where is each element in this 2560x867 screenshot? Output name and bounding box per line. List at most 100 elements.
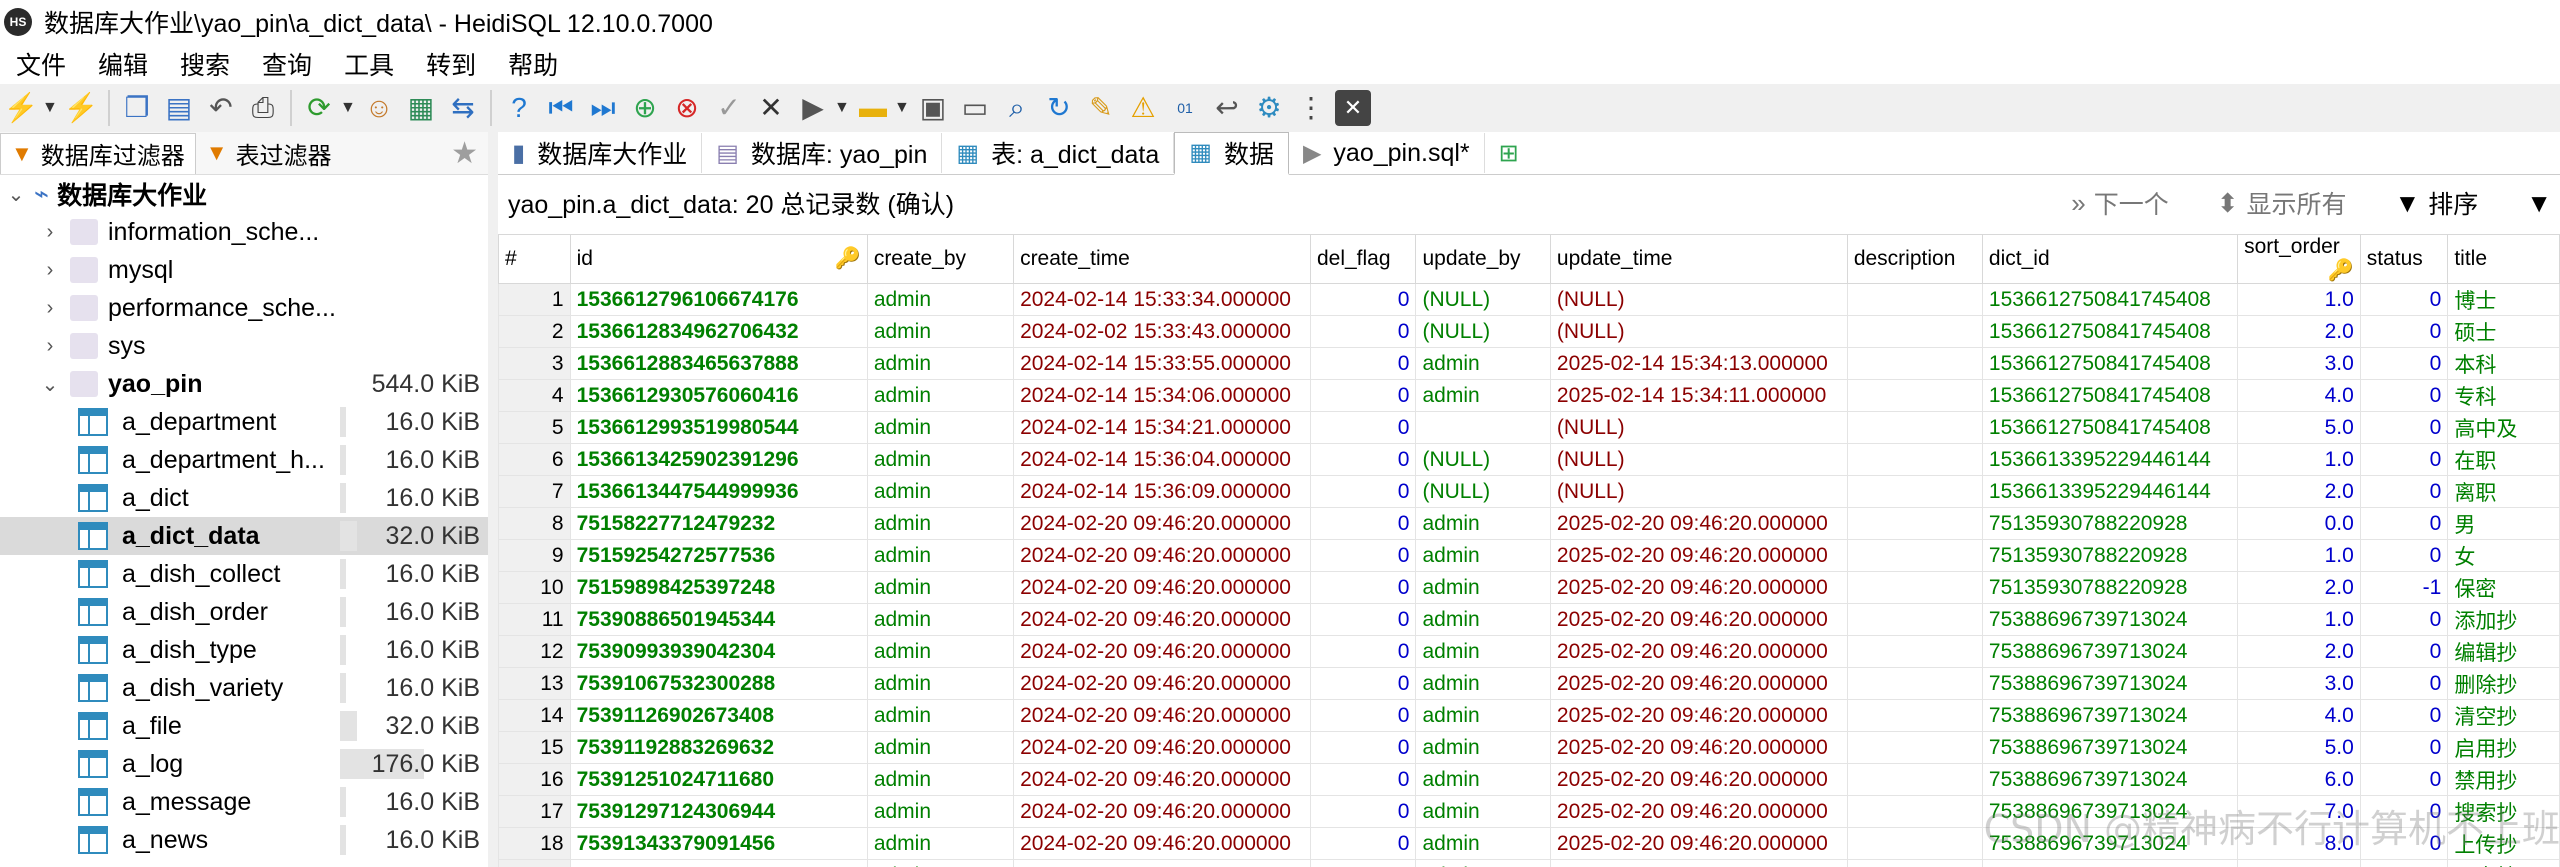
menu-tools[interactable]: 工具: [328, 46, 410, 82]
table-cell[interactable]: 0: [2359, 411, 2449, 444]
table-row[interactable]: 1 1536612796106674176 admin 2024-02-14 15:3…: [498, 283, 2560, 316]
table-cell[interactable]: [1846, 507, 1983, 540]
table-cell[interactable]: (NULL): [1549, 315, 1848, 348]
expand-icon[interactable]: ›: [40, 335, 60, 358]
table-cell[interactable]: 0: [1309, 795, 1417, 828]
table-cell[interactable]: 0: [1309, 475, 1417, 508]
db-filter-tab[interactable]: ▼ 数据库过滤器: [0, 132, 196, 174]
wrap-icon[interactable]: ↩: [1209, 90, 1245, 126]
table-cell[interactable]: admin: [866, 283, 1015, 316]
table-cell[interactable]: 75388696739713024: [1981, 763, 2239, 796]
disconnect-icon[interactable]: ⚡: [63, 90, 99, 126]
table-cell[interactable]: [1846, 379, 1983, 412]
table-cell[interactable]: 启用抄: [2447, 731, 2560, 764]
table-cell[interactable]: 0: [2359, 475, 2449, 508]
open-dropdown-icon[interactable]: ▼: [894, 99, 910, 117]
table-cell[interactable]: [1846, 603, 1983, 636]
table-cell[interactable]: admin: [1415, 731, 1551, 764]
table-cell[interactable]: 75391251024711680: [569, 763, 868, 796]
menu-query[interactable]: 查询: [246, 46, 328, 82]
table-cell[interactable]: 2024-02-14 15:36:09.000000: [1013, 475, 1311, 508]
column-header-description[interactable]: description: [1846, 234, 1983, 284]
table-cell[interactable]: 0: [2359, 283, 2449, 316]
tree-table-item[interactable]: a_news 16.0 KiB: [0, 821, 488, 859]
table-cell[interactable]: 2024-02-14 15:33:34.000000: [1013, 283, 1311, 316]
table-cell[interactable]: 2024-02-14 15:34:21.000000: [1013, 411, 1311, 444]
tab-database[interactable]: ▤ 数据库: yao_pin: [702, 133, 943, 173]
table-cell[interactable]: 编辑抄: [2447, 635, 2560, 668]
table-cell[interactable]: 2024-02-20 09:46:20.000000: [1013, 667, 1311, 700]
table-cell[interactable]: [1846, 571, 1983, 604]
table-cell[interactable]: 1.0: [2237, 603, 2361, 636]
tree-table-item[interactable]: a_dict 16.0 KiB: [0, 479, 488, 517]
table-filter-tab[interactable]: ▼ 表过滤器: [196, 133, 342, 173]
table-cell[interactable]: admin: [1415, 507, 1551, 540]
table-cell[interactable]: 1536612834962706432: [569, 315, 868, 348]
table-cell[interactable]: (NULL): [1415, 283, 1551, 316]
ok-icon[interactable]: ✓: [711, 90, 747, 126]
table-cell[interactable]: admin: [866, 443, 1015, 476]
table-cell[interactable]: 2025-02-20 09:46:20.000000: [1549, 635, 1848, 668]
table-cell[interactable]: 0: [1309, 571, 1417, 604]
table-cell[interactable]: 0: [2359, 635, 2449, 668]
refresh-icon[interactable]: ⟳: [301, 90, 337, 126]
run-dropdown-icon[interactable]: ▼: [834, 99, 850, 117]
table-row[interactable]: 3 1536612883465637888 admin 2024-02-14 15:3…: [498, 347, 2560, 380]
table-cell[interactable]: (NULL): [1549, 283, 1848, 316]
table-cell[interactable]: 1.0: [2237, 539, 2361, 572]
table-cell[interactable]: 0: [1309, 859, 1417, 867]
table-row[interactable]: 9 75159254272577536 admin 2024-02-20 09:46:…: [498, 539, 2560, 572]
table-cell[interactable]: 0: [2359, 507, 2449, 540]
table-cell[interactable]: 75391407526776832: [569, 859, 868, 867]
table-cell[interactable]: [1846, 763, 1983, 796]
table-cell[interactable]: 75388696739713024: [1981, 731, 2239, 764]
menu-edit[interactable]: 编辑: [82, 46, 164, 82]
table-row[interactable]: 7 1536613447544999936 admin 2024-02-14 15:3…: [498, 475, 2560, 508]
table-cell[interactable]: 0: [2359, 443, 2449, 476]
table-cell[interactable]: 2024-02-20 09:46:20.000000: [1013, 827, 1311, 860]
table-cell[interactable]: 75391343379091456: [569, 827, 868, 860]
table-cell[interactable]: 75391297124306944: [569, 795, 868, 828]
table-cell[interactable]: 75388696739713024: [1981, 635, 2239, 668]
tab-query[interactable]: ▶ yao_pin.sql*: [1289, 133, 1485, 173]
table-cell[interactable]: 2024-02-02 15:33:43.000000: [1013, 315, 1311, 348]
table-cell[interactable]: 3.0: [2237, 667, 2361, 700]
tree-table-item[interactable]: a_dish_collect 16.0 KiB: [0, 555, 488, 593]
table-cell[interactable]: admin: [866, 603, 1015, 636]
table-cell[interactable]: 2024-02-20 09:46:20.000000: [1013, 731, 1311, 764]
table-cell[interactable]: 75391192883269632: [569, 731, 868, 764]
table-cell[interactable]: 1536612796106674176: [569, 283, 868, 316]
table-cell[interactable]: 0: [2359, 667, 2449, 700]
table-cell[interactable]: admin: [866, 315, 1015, 348]
table-cell[interactable]: 2024-02-20 09:46:20.000000: [1013, 763, 1311, 796]
table-cell[interactable]: 75135930788220928: [1981, 571, 2239, 604]
table-cell[interactable]: 0: [1309, 699, 1417, 732]
tab-new-query[interactable]: ⊞: [1485, 133, 1545, 173]
table-cell[interactable]: 清空抄: [2447, 699, 2560, 732]
table-cell[interactable]: admin: [866, 507, 1015, 540]
table-cell[interactable]: [1846, 635, 1983, 668]
table-cell[interactable]: 75388696739713024: [1981, 859, 2239, 867]
table-cell[interactable]: [1846, 411, 1983, 444]
table-cell[interactable]: 75391126902673408: [569, 699, 868, 732]
table-row[interactable]: 5 1536612993519980544 admin 2024-02-14 15:3…: [498, 411, 2560, 444]
tree-db-performance-schema[interactable]: › performance_sche...: [0, 289, 488, 327]
menu-goto[interactable]: 转到: [410, 46, 492, 82]
warning-icon[interactable]: ⚠: [1125, 90, 1161, 126]
table-cell[interactable]: 2025-02-20 09:46:20.000000: [1549, 571, 1848, 604]
table-cell[interactable]: admin: [1415, 603, 1551, 636]
table-cell[interactable]: admin: [866, 699, 1015, 732]
table-row[interactable]: 12 75390993939042304 admin 2024-02-20 09:46…: [498, 635, 2560, 668]
table-cell[interactable]: admin: [1415, 763, 1551, 796]
table-cell[interactable]: 1.0: [2237, 283, 2361, 316]
table-cell[interactable]: 1536612993519980544: [569, 411, 868, 444]
table-cell[interactable]: 删除抄: [2447, 667, 2560, 700]
table-cell[interactable]: (NULL): [1549, 411, 1848, 444]
table-cell[interactable]: 4.0: [2237, 379, 2361, 412]
table-row[interactable]: 16 75391251024711680 admin 2024-02-20 09:46…: [498, 763, 2560, 796]
table-cell[interactable]: admin: [1415, 347, 1551, 380]
table-row[interactable]: 11 75390886501945344 admin 2024-02-20 09:46…: [498, 603, 2560, 636]
table-cell[interactable]: 75159254272577536: [569, 539, 868, 572]
column-header-[interactable]: #: [498, 234, 571, 284]
table-cell[interactable]: 0: [2359, 315, 2449, 348]
